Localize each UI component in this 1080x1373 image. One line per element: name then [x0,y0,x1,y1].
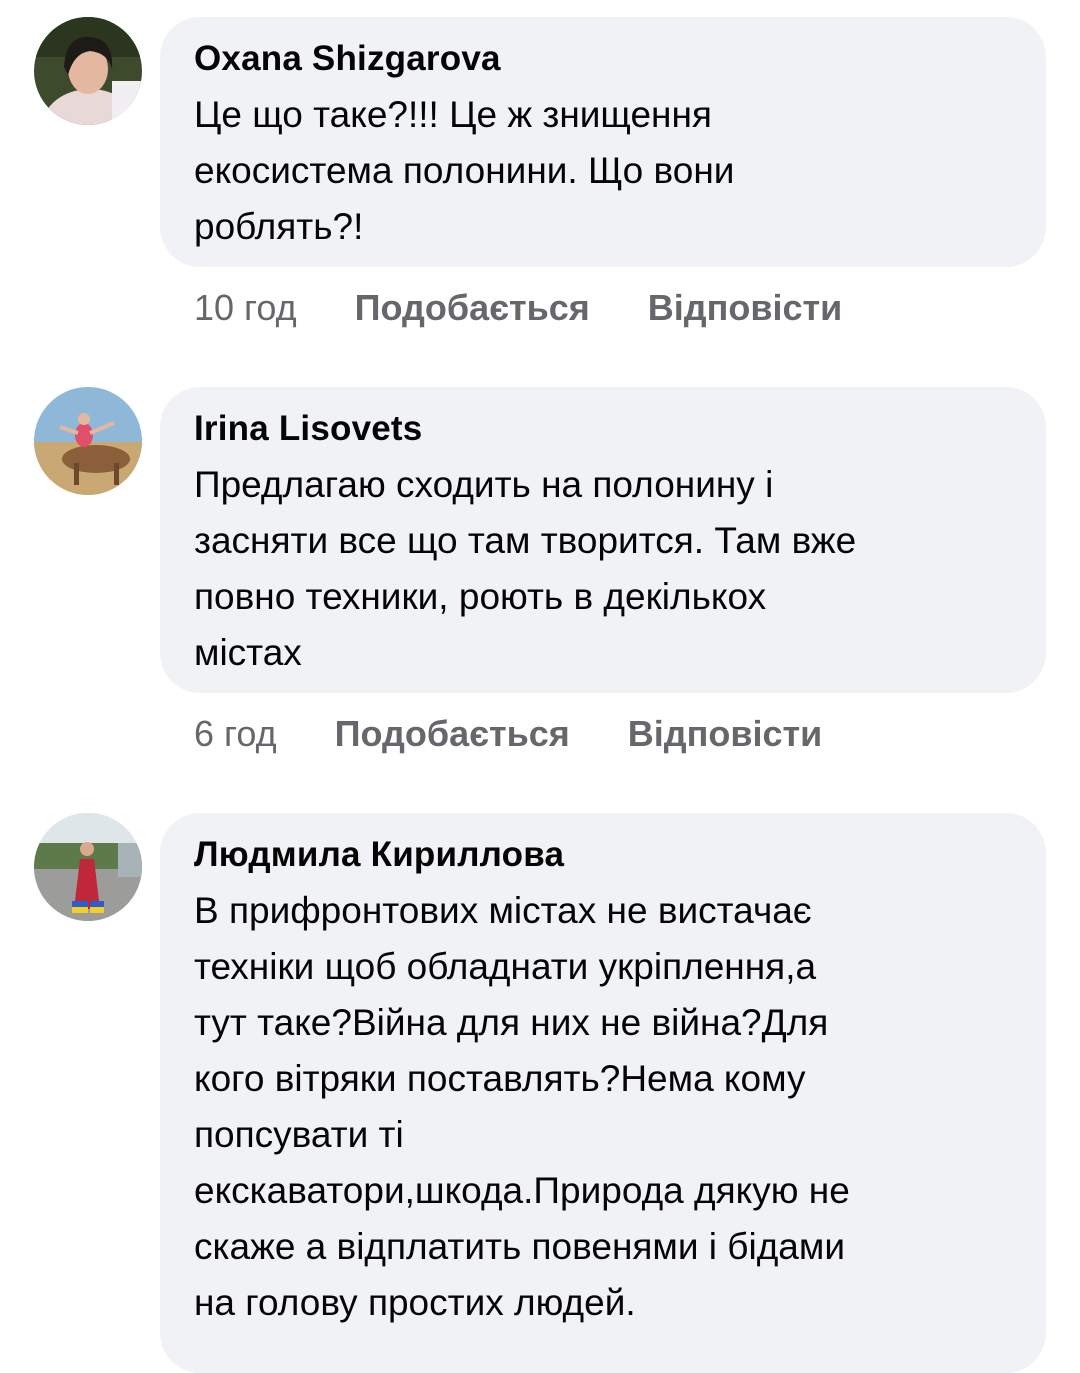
comment-bubble: Irina Lisovets Предлагаю сходить на поло… [160,387,1046,693]
comment-text: Це що таке?!!! Це ж знищення екосистема … [194,94,735,247]
reply-button[interactable]: Відповісти [648,287,843,329]
comment-actions: 6 год Подобається Відповісти [194,709,822,759]
reply-button[interactable]: Відповісти [628,713,823,755]
comment-time[interactable]: 10 год [194,287,297,329]
comment-author[interactable]: Irina Lisovets [194,407,1012,451]
avatar-photo [34,17,142,125]
avatar-photo [34,813,142,921]
avatar[interactable] [34,387,142,495]
comment-author[interactable]: Oxana Shizgarova [194,37,1012,81]
comment-actions: 10 год Подобається Відповісти [194,283,842,333]
avatar-photo [34,387,142,495]
like-button[interactable]: Подобається [355,287,590,329]
comment-bubble: Oxana Shizgarova Це що таке?!!! Це ж зни… [160,17,1046,267]
comment-text: В прифронтових містах не вистачає технік… [194,890,850,1323]
avatar[interactable] [34,813,142,921]
comment-bubble: Людмила Кириллова В прифронтових містах … [160,813,1046,1373]
comment-text: Предлагаю сходить на полонину і засняти … [194,464,857,673]
avatar[interactable] [34,17,142,125]
comment-author[interactable]: Людмила Кириллова [194,833,1012,877]
like-button[interactable]: Подобається [335,713,570,755]
comment-time[interactable]: 6 год [194,713,277,755]
